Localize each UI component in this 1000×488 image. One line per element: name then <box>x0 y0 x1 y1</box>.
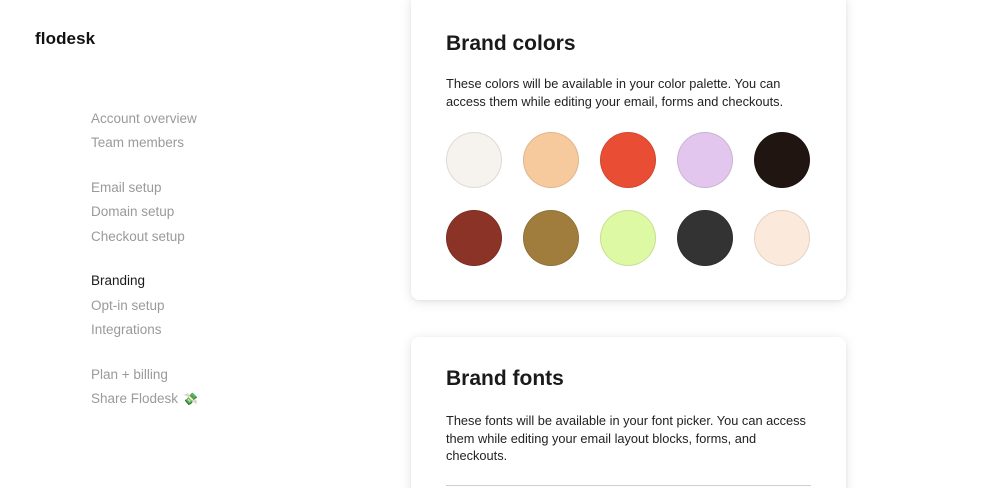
sidebar-item-account-overview[interactable]: Account overview <box>91 106 311 131</box>
sidebar-item-team-members[interactable]: Team members <box>91 131 311 156</box>
color-swatch[interactable] <box>677 210 733 266</box>
sidebar-item-label: Plan + billing <box>91 366 168 382</box>
sidebar-item-label: Email setup <box>91 179 162 195</box>
sidebar-item-checkout-setup[interactable]: Checkout setup <box>91 224 311 249</box>
nav-group-setup: Email setup Domain setup Checkout setup <box>91 175 311 249</box>
sidebar-item-label: Integrations <box>91 322 162 338</box>
color-swatch[interactable] <box>600 210 656 266</box>
divider <box>446 485 811 486</box>
brand-colors-title: Brand colors <box>446 32 576 55</box>
sidebar-item-email-setup[interactable]: Email setup <box>91 175 311 200</box>
brand-colors-description: These colors will be available in your c… <box>446 76 784 109</box>
sidebar-item-opt-in-setup[interactable]: Opt-in setup <box>91 293 311 318</box>
color-swatch[interactable] <box>446 132 502 188</box>
sidebar-item-label: Opt-in setup <box>91 297 165 313</box>
sidebar-item-integrations[interactable]: Integrations <box>91 318 311 343</box>
color-swatch[interactable] <box>523 210 579 266</box>
brand-colors-card: Brand colors These colors will be availa… <box>411 0 846 300</box>
nav-group-brand: Branding Opt-in setup Integrations <box>91 269 311 343</box>
sidebar-item-label: Share Flodesk <box>91 391 179 407</box>
color-swatch[interactable] <box>754 132 810 188</box>
brand-fonts-title: Brand fonts <box>446 367 564 390</box>
sidebar-item-label: Team members <box>91 135 185 151</box>
color-swatch-grid <box>446 132 810 266</box>
settings-page: flodesk Account overview Team members Em… <box>0 0 1000 488</box>
app-logo[interactable]: flodesk <box>35 29 95 49</box>
color-swatch[interactable] <box>677 132 733 188</box>
color-swatch[interactable] <box>446 210 502 266</box>
brand-fonts-card: Brand fonts These fonts will be availabl… <box>411 337 846 488</box>
sidebar-item-label: Checkout setup <box>91 228 185 244</box>
sidebar-item-domain-setup[interactable]: Domain setup <box>91 200 311 225</box>
money-with-wings-icon: 💸 <box>183 391 198 406</box>
color-swatch[interactable] <box>754 210 810 266</box>
nav-group-account: Account overview Team members <box>91 106 311 155</box>
settings-sidebar: Account overview Team members Email setu… <box>91 106 311 431</box>
sidebar-item-label: Branding <box>91 273 146 289</box>
nav-group-billing: Plan + billing Share Flodesk 💸 <box>91 362 311 411</box>
color-swatch[interactable] <box>600 132 656 188</box>
sidebar-item-label: Account overview <box>91 110 197 126</box>
sidebar-item-share-flodesk[interactable]: Share Flodesk 💸 <box>91 387 311 412</box>
brand-fonts-description: These fonts will be available in your fo… <box>446 413 806 463</box>
sidebar-item-branding[interactable]: Branding <box>91 269 311 294</box>
color-swatch[interactable] <box>523 132 579 188</box>
sidebar-item-plan-billing[interactable]: Plan + billing <box>91 362 311 387</box>
sidebar-item-label: Domain setup <box>91 204 175 220</box>
